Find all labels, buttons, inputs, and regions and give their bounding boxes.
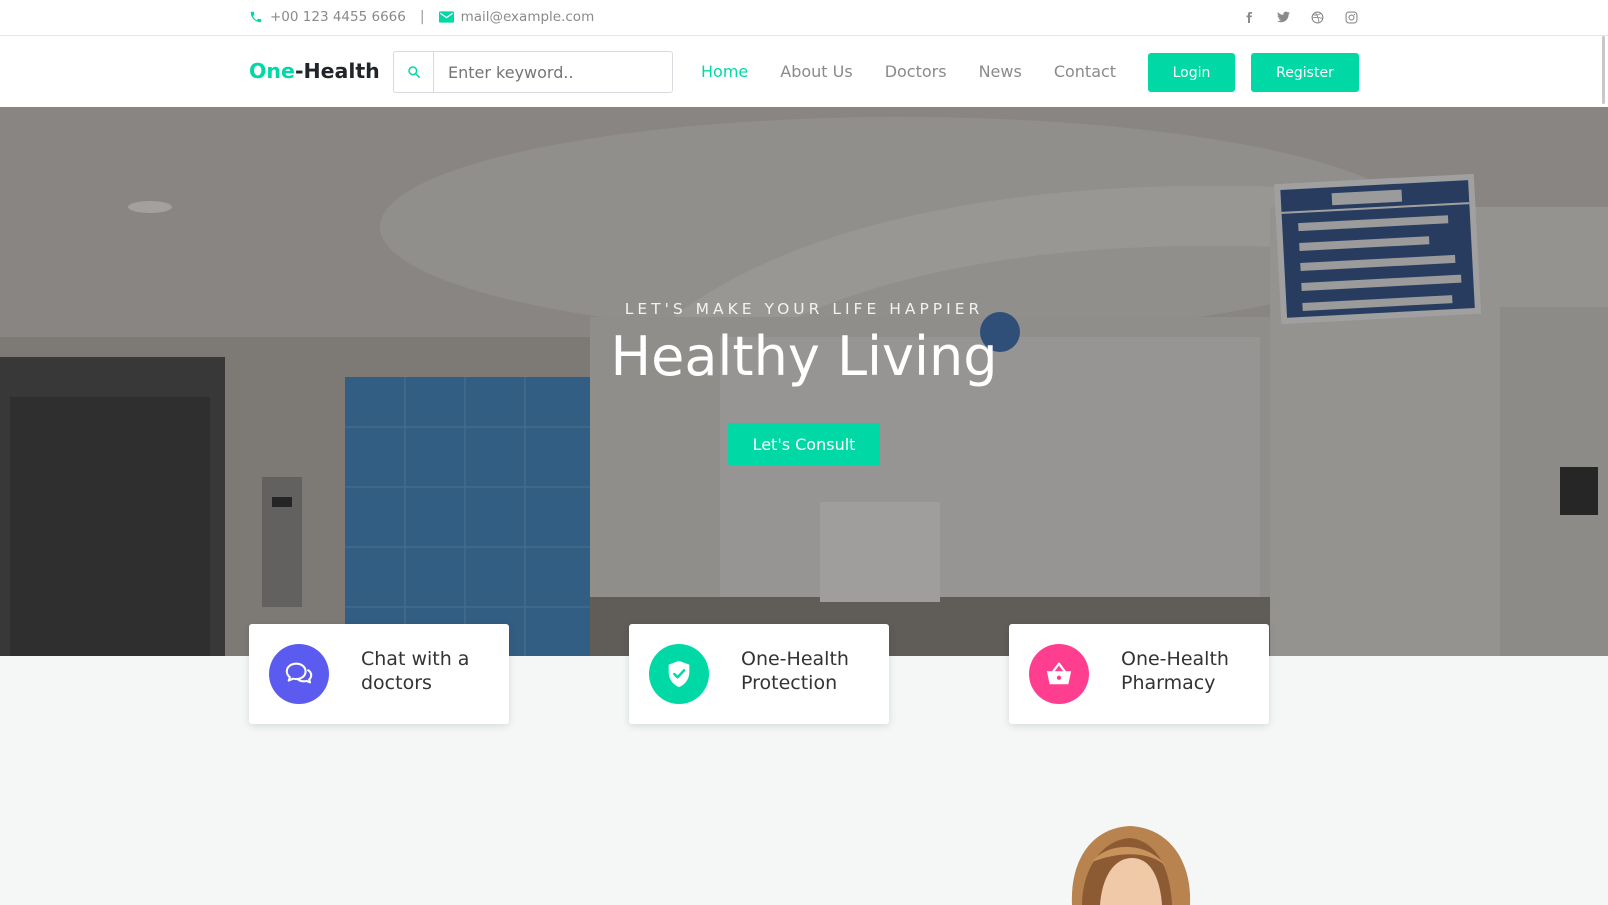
nav-news[interactable]: News (963, 62, 1038, 81)
main-navbar: One-Health Home About Us Doctors News Co… (0, 36, 1608, 107)
shield-icon-badge (649, 644, 709, 704)
search-box (393, 51, 673, 93)
feature-label: Chat with a doctors (361, 648, 470, 694)
email-contact[interactable]: mail@example.com (438, 9, 595, 25)
chat-icon (285, 662, 313, 684)
twitter-icon[interactable] (1266, 0, 1300, 34)
shield-icon (668, 660, 690, 688)
hero-banner: LET'S MAKE YOUR LIFE HAPPIER Healthy Liv… (0, 107, 1608, 656)
instagram-icon[interactable] (1334, 0, 1368, 34)
brand-rest: -Health (294, 59, 380, 83)
chat-icon-badge (269, 644, 329, 704)
feature-label: One-Health Protection (741, 648, 849, 694)
facebook-icon[interactable] (1232, 0, 1266, 34)
hero-subtitle: LET'S MAKE YOUR LIFE HAPPIER (624, 300, 984, 318)
register-button[interactable]: Register (1251, 53, 1359, 92)
nav-menu: Home About Us Doctors News Contact (685, 36, 1132, 107)
feature-card-pharmacy[interactable]: One-Health Pharmacy (1009, 624, 1269, 724)
search-input[interactable] (434, 52, 672, 92)
social-links (1232, 0, 1368, 34)
nav-about-us[interactable]: About Us (764, 62, 868, 81)
hero-title: Healthy Living (610, 325, 998, 388)
feature-label: One-Health Pharmacy (1121, 648, 1229, 694)
feature-card-chat[interactable]: Chat with a doctors (249, 624, 509, 724)
dribbble-icon[interactable] (1300, 0, 1334, 34)
basket-icon (1046, 662, 1072, 685)
search-button[interactable] (394, 52, 434, 92)
contact-separator: | (419, 9, 425, 25)
scrollbar-thumb[interactable] (1602, 36, 1605, 104)
phone-text: +00 123 4455 6666 (270, 9, 406, 25)
nav-contact[interactable]: Contact (1038, 62, 1132, 81)
search-icon (407, 66, 420, 79)
email-text: mail@example.com (460, 9, 595, 25)
login-button[interactable]: Login (1148, 53, 1235, 92)
phone-icon (250, 11, 262, 23)
brand-logo[interactable]: One-Health (249, 59, 380, 83)
top-bar: +00 123 4455 6666 | mail@example.com (0, 0, 1608, 36)
mail-icon (438, 11, 454, 23)
phone-contact[interactable]: +00 123 4455 6666 (249, 9, 406, 25)
nav-home[interactable]: Home (685, 62, 764, 81)
basket-icon-badge (1029, 644, 1089, 704)
contact-info: +00 123 4455 6666 | mail@example.com (249, 0, 594, 34)
consult-button[interactable]: Let's Consult (728, 423, 880, 465)
doctor-image (1071, 826, 1191, 905)
brand-accent: One (249, 59, 295, 83)
feature-card-protection[interactable]: One-Health Protection (629, 624, 889, 724)
nav-doctors[interactable]: Doctors (869, 62, 963, 81)
